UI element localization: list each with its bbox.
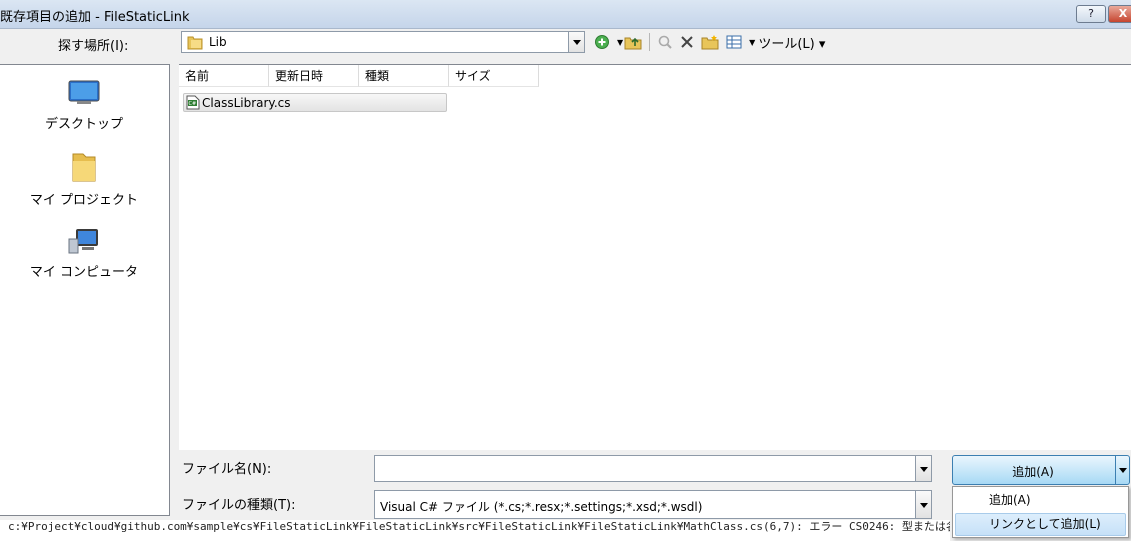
list-item[interactable]: C# ClassLibrary.cs — [183, 93, 447, 112]
file-name-dropdown-button[interactable] — [915, 456, 931, 481]
column-header-modified[interactable]: 更新日時 — [269, 65, 359, 87]
file-type-dropdown-button[interactable] — [915, 491, 931, 518]
window-title: 既存項目の追加 - FileStaticLink — [0, 10, 190, 25]
file-list[interactable]: 名前 更新日時 種類 サイズ C# ClassLibrary.cs — [179, 64, 1131, 450]
place-my-projects[interactable]: マイ プロジェクト — [0, 151, 168, 208]
place-desktop[interactable]: デスクトップ — [0, 79, 168, 132]
background-output-text: c:¥Project¥cloud¥github.com¥sample¥cs¥Fi… — [0, 520, 950, 541]
folder-icon — [187, 35, 203, 53]
folder-icon — [0, 151, 168, 187]
tools-label: ツール(L) — [758, 36, 815, 52]
tools-menu[interactable]: ツール(L) ▾ — [758, 33, 825, 52]
file-type-value: Visual C# ファイル (*.cs;*.resx;*.settings;*… — [380, 500, 703, 514]
csharp-file-icon: C# — [186, 95, 200, 113]
file-type-dropdown[interactable]: Visual C# ファイル (*.cs;*.resx;*.settings;*… — [374, 490, 932, 519]
add-dropdown-menu: 追加(A) リンクとして追加(L) — [952, 486, 1129, 538]
dialog-toolbar: ▼ ▼ ツール(L) ▾ — [594, 31, 825, 53]
search-web-icon[interactable] — [657, 32, 673, 52]
new-folder-icon[interactable] — [701, 32, 719, 52]
file-type-label: ファイルの種類(T): — [182, 498, 296, 513]
file-name: ClassLibrary.cs — [202, 96, 291, 110]
back-dropdown-arrow-icon[interactable]: ▼ — [617, 32, 623, 52]
menu-item-add[interactable]: 追加(A) — [955, 489, 1126, 512]
look-in-dropdown-button[interactable] — [568, 32, 584, 52]
help-button[interactable]: ? — [1076, 5, 1106, 23]
svg-text:C#: C# — [189, 101, 197, 107]
add-button[interactable]: 追加(A) — [952, 455, 1130, 485]
views-icon[interactable] — [726, 32, 742, 52]
place-label: デスクトップ — [44, 117, 123, 132]
back-icon[interactable] — [594, 32, 610, 52]
look-in-value: Lib — [209, 35, 227, 49]
look-in-dropdown[interactable]: Lib — [181, 31, 585, 53]
up-folder-icon[interactable] — [624, 32, 642, 52]
file-name-label: ファイル名(N): — [182, 462, 272, 477]
close-button[interactable]: X — [1108, 5, 1131, 23]
desktop-icon — [0, 79, 168, 111]
column-header-name[interactable]: 名前 — [179, 65, 269, 87]
column-header-type[interactable]: 種類 — [359, 65, 449, 87]
look-in-label: 探す場所(I): — [58, 39, 129, 54]
places-bar: デスクトップ マイ プロジェクト マイ コンピュータ — [0, 64, 170, 516]
add-button-label: 追加(A) — [1012, 465, 1054, 479]
computer-icon — [0, 227, 168, 259]
delete-icon[interactable] — [680, 32, 694, 52]
toolbar-separator — [649, 33, 651, 51]
menu-item-add-as-link[interactable]: リンクとして追加(L) — [955, 513, 1126, 536]
place-my-computer[interactable]: マイ コンピュータ — [0, 227, 168, 280]
title-bar: 既存項目の追加 - FileStaticLink ? X — [0, 0, 1131, 29]
place-label: マイ コンピュータ — [29, 265, 139, 280]
file-name-combo[interactable] — [374, 455, 932, 482]
add-button-dropdown-arrow[interactable] — [1115, 456, 1129, 484]
file-name-input[interactable] — [377, 459, 913, 479]
place-label: マイ プロジェクト — [29, 193, 139, 208]
views-dropdown-arrow-icon[interactable]: ▼ — [749, 32, 755, 52]
column-header-size[interactable]: サイズ — [449, 65, 539, 87]
